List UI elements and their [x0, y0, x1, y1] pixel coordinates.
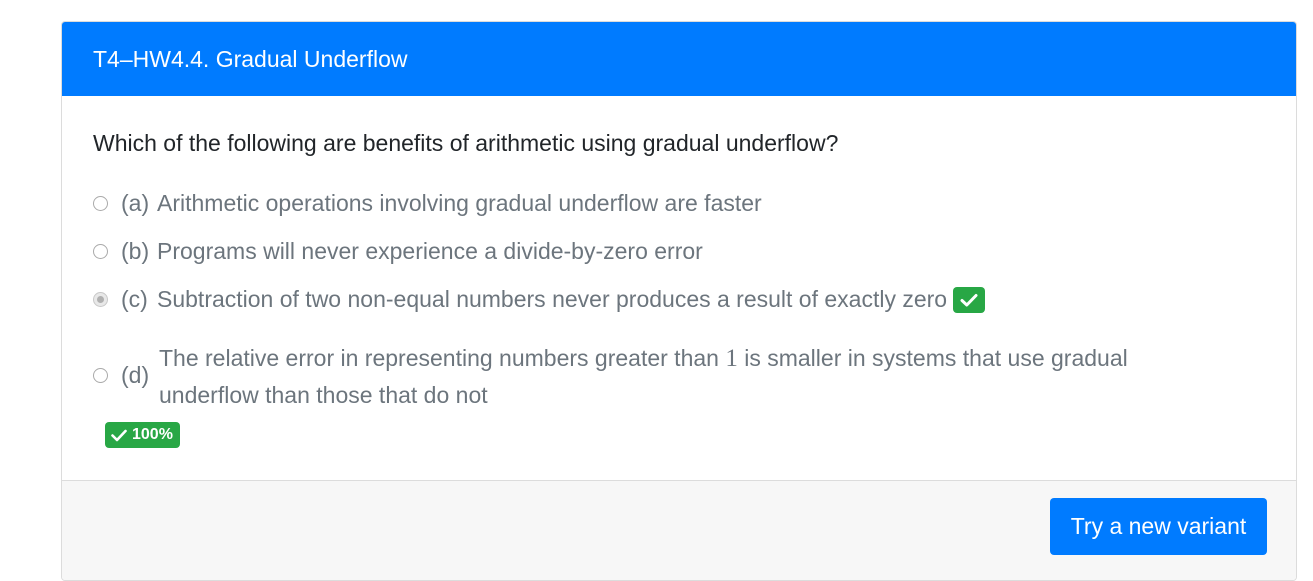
option-text: Subtraction of two non-equal numbers nev…	[157, 286, 948, 312]
question-text: Which of the following are benefits of a…	[93, 130, 839, 156]
check-icon	[960, 293, 978, 306]
option-key: (a)	[121, 190, 150, 216]
radio-option-b[interactable]	[93, 244, 108, 259]
option-a[interactable]: (a) Arithmetic operations involving grad…	[93, 190, 762, 217]
option-text: Programs will never experience a divide-…	[157, 238, 703, 264]
score-badge: 100%	[105, 422, 180, 448]
option-text: The relative error in representing numbe…	[159, 340, 1199, 413]
option-text-part: The relative error in representing numbe…	[159, 345, 726, 371]
option-key: (d)	[121, 362, 150, 388]
radio-option-a[interactable]	[93, 196, 108, 211]
math-number: 1	[725, 345, 738, 372]
card-body: Which of the following are benefits of a…	[62, 96, 1296, 481]
option-key: (c)	[121, 286, 148, 312]
card-footer: Try a new variant	[62, 481, 1296, 580]
radio-option-d[interactable]	[93, 368, 108, 383]
card-header: T4–HW4.4. Gradual Underflow	[62, 22, 1296, 96]
score-label: 100%	[132, 426, 173, 443]
radio-option-c[interactable]	[93, 292, 108, 307]
check-icon	[111, 429, 127, 441]
question-card: T4–HW4.4. Gradual Underflow Which of the…	[61, 21, 1297, 581]
try-new-variant-button[interactable]: Try a new variant	[1050, 498, 1267, 555]
correct-badge	[953, 286, 986, 313]
question-title: T4–HW4.4. Gradual Underflow	[93, 45, 408, 72]
option-b[interactable]: (b) Programs will never experience a div…	[93, 238, 703, 265]
option-text: Arithmetic operations involving gradual …	[157, 190, 762, 216]
option-c[interactable]: (c) Subtraction of two non-equal numbers…	[93, 286, 986, 313]
option-key: (b)	[121, 238, 150, 264]
option-d[interactable]: (d) The relative error in representing n…	[93, 340, 1213, 412]
